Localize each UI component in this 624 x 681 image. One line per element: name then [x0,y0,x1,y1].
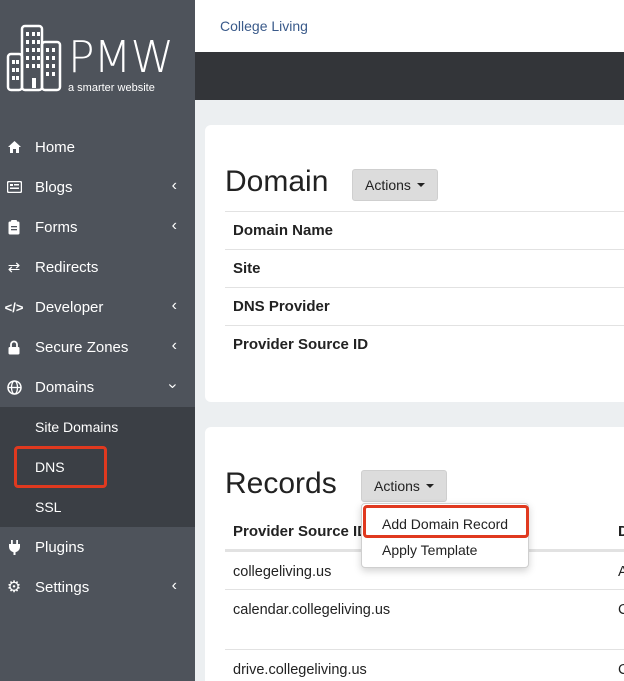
sidebar-nav: Home Blogs ‹ Forms ‹ ⇄ Redirects </> Dev… [0,127,195,607]
apply-template-item[interactable]: Apply Template [382,542,477,558]
globe-icon [6,379,22,395]
sidebar-item-plugins[interactable]: Plugins [0,527,195,567]
table-row[interactable]: drive.collegeliving.us C [225,649,624,681]
sidebar-item-dns[interactable]: DNS [0,447,195,487]
sidebar: PMW a smarter website Home Blogs ‹ Forms… [0,0,195,681]
caret-down-icon [425,484,434,488]
sidebar-item-label: Home [35,138,76,156]
record-source: drive.collegeliving.us [233,662,367,678]
sidebar-item-home[interactable]: Home [0,127,195,167]
sidebar-item-label: Plugins [35,538,85,556]
pmw-logo[interactable]: PMW a smarter website [6,24,190,96]
lock-icon [6,339,22,355]
sidebar-item-domains[interactable]: Domains ‹ [0,367,195,407]
domain-actions-button[interactable]: Actions [352,169,438,201]
buildings-logo-icon [6,24,62,92]
domains-submenu: Site Domains DNS SSL [0,407,195,527]
sidebar-item-label: Developer [35,298,104,316]
brand-tagline: a smarter website [68,82,155,94]
chevron-left-icon: ‹ [171,337,177,354]
domain-panel: Domain Actions Domain Name Site DNS Prov… [205,125,624,402]
sidebar-item-label: Redirects [35,258,99,276]
add-domain-record-item[interactable]: Add Domain Record [382,516,508,532]
submenu-item-label: Site Domains [35,419,119,435]
actions-label: Actions [365,177,411,193]
gear-icon: ⚙ [6,579,22,596]
record-source: calendar.collegeliving.us [233,602,391,618]
field-provider-source-id: Provider Source ID [225,325,624,363]
sidebar-item-label: Forms [35,218,78,236]
sidebar-item-developer[interactable]: </> Developer ‹ [0,287,195,327]
record-d: C [618,662,624,678]
sidebar-item-label: Settings [35,578,90,596]
code-icon: </> [4,299,24,315]
table-row[interactable]: calendar.collegeliving.us C [225,589,624,649]
record-source: collegeliving.us [233,564,332,580]
domain-title: Domain [225,165,329,198]
column-d[interactable]: D [618,523,624,540]
forms-icon [6,219,22,235]
field-dns-provider: DNS Provider [225,287,624,325]
chevron-left-icon: ‹ [171,177,177,194]
blogs-icon [6,179,22,195]
sidebar-item-forms[interactable]: Forms ‹ [0,207,195,247]
chevron-left-icon: ‹ [171,297,177,314]
actions-label: Actions [374,478,420,494]
chevron-left-icon: ‹ [171,217,177,234]
submenu-item-label: DNS [35,459,65,475]
record-d: C [618,602,624,618]
top-header: College Living [195,0,624,52]
records-actions-dropdown: Add Domain Record Apply Template [361,503,529,568]
sidebar-item-secure-zones[interactable]: Secure Zones ‹ [0,327,195,367]
domain-info-table: Domain Name Site DNS Provider Provider S… [225,211,624,363]
sidebar-item-label: Domains [35,378,95,396]
toolbar-band [195,52,624,100]
redirects-icon: ⇄ [7,259,21,276]
sidebar-item-blogs[interactable]: Blogs ‹ [0,167,195,207]
field-site: Site [225,249,624,287]
home-icon [6,139,22,155]
chevron-down-icon: ‹ [163,383,181,389]
field-domain-name: Domain Name [225,211,624,249]
sidebar-item-ssl[interactable]: SSL [0,487,195,527]
chevron-left-icon: ‹ [171,577,177,594]
column-provider-source-id[interactable]: Provider Source ID [233,523,368,540]
sidebar-item-site-domains[interactable]: Site Domains [0,407,195,447]
sidebar-item-label: Secure Zones [35,338,129,356]
plug-icon [6,539,22,555]
sidebar-item-settings[interactable]: ⚙ Settings ‹ [0,567,195,607]
brand-name: PMW [68,32,174,83]
records-title: Records [225,467,337,500]
sidebar-item-redirects[interactable]: ⇄ Redirects [0,247,195,287]
sidebar-item-label: Blogs [35,178,73,196]
breadcrumb[interactable]: College Living [220,18,308,34]
records-actions-button[interactable]: Actions [361,470,447,502]
submenu-item-label: SSL [35,499,62,515]
record-d: A [618,564,624,580]
caret-down-icon [416,183,425,187]
